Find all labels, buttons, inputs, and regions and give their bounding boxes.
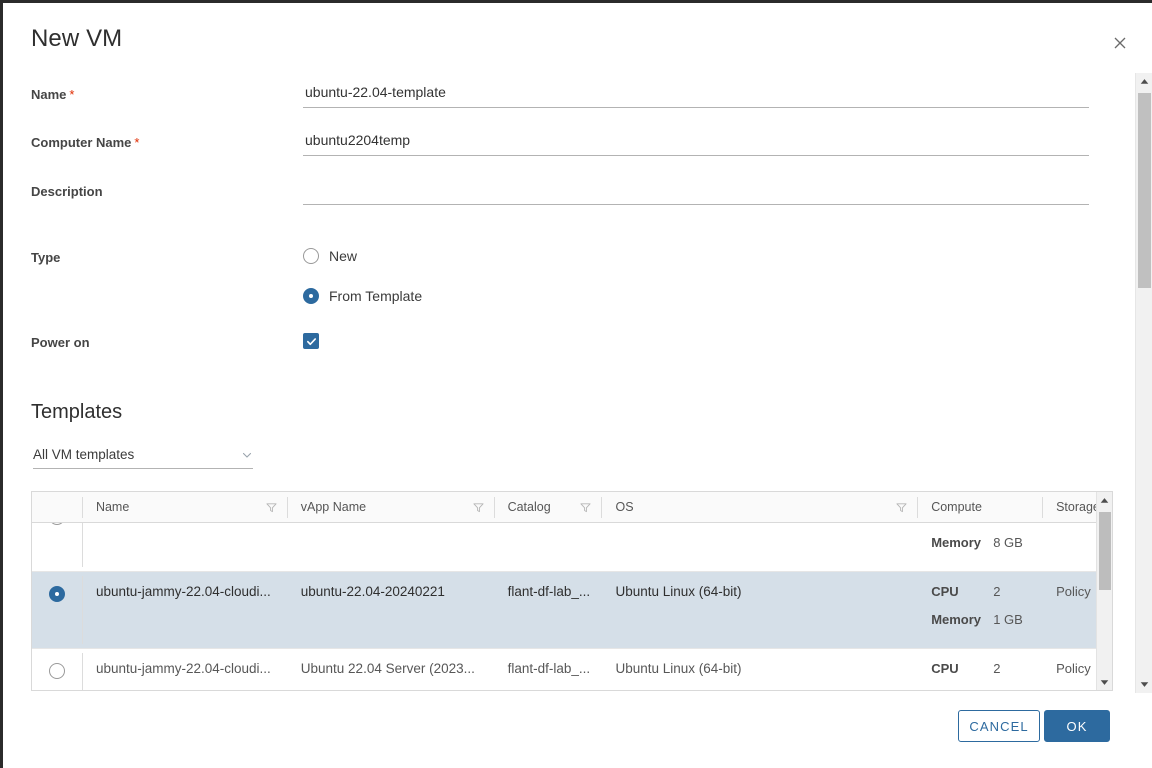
cell-catalog: flant-df-lab_... <box>507 661 591 676</box>
type-radio-new-label: New <box>329 248 358 264</box>
name-input[interactable] <box>303 83 1089 108</box>
compute-value-memory: 8 GB <box>993 535 1023 550</box>
power-on-checkbox[interactable] <box>303 333 319 349</box>
type-radio-from-template-label: From Template <box>329 288 423 304</box>
cell-compute: CPU 2 Memory 1 GB <box>917 572 1042 648</box>
scroll-down-arrow-icon[interactable] <box>1136 676 1152 693</box>
cell-name: ubuntu-jammy-22.04-cloudi... <box>81 649 287 690</box>
close-icon[interactable] <box>1106 29 1134 57</box>
compute-value-cpu: 2 <box>993 584 1001 599</box>
row-radio[interactable] <box>32 649 82 690</box>
compute-key-cpu: CPU <box>931 661 959 676</box>
chevron-down-icon <box>242 452 252 458</box>
table-body: ubuntu-with-passwd ubuntu-with-password … <box>32 523 1112 690</box>
required-marker: * <box>134 135 140 150</box>
column-header-vapp-name[interactable]: vApp Name <box>286 492 494 523</box>
cell-os: Ubuntu Linux (64-bit) <box>601 523 917 571</box>
table-header-row: Name vApp Name Catalog OS Compute Storag… <box>32 492 1112 523</box>
column-header-os[interactable]: OS <box>601 492 917 523</box>
dialog-footer: CANCEL OK <box>3 698 1152 768</box>
storage-policy-value: Policy <box>1056 584 1091 599</box>
template-filter-value: All VM templates <box>33 447 135 462</box>
table-row[interactable]: ubuntu-jammy-22.04-cloudi... Ubuntu 22.0… <box>32 649 1112 690</box>
radio-icon-from-template <box>303 288 319 304</box>
cell-vapp-name: ubuntu-with-password <box>287 523 494 571</box>
cell-catalog: flant-df-lab_... <box>507 584 591 599</box>
templates-table: Name vApp Name Catalog OS Compute Storag… <box>31 491 1113 691</box>
computer-name-label: Computer Name * <box>31 135 140 150</box>
computer-name-input[interactable] <box>303 131 1089 156</box>
column-header-compute[interactable]: Compute <box>917 492 1042 523</box>
cell-vapp-name: ubuntu-22.04-20240221 <box>300 584 445 599</box>
scroll-up-arrow-icon[interactable] <box>1097 492 1112 508</box>
type-label: Type <box>31 250 61 265</box>
ok-button[interactable]: OK <box>1044 710 1110 742</box>
type-radio-new[interactable]: New <box>303 248 357 264</box>
description-input[interactable] <box>303 180 1089 205</box>
cell-name: ubuntu-with-passwd <box>81 523 287 571</box>
radio-icon <box>48 663 65 679</box>
table-scrollbar[interactable] <box>1096 492 1112 690</box>
funnel-icon[interactable] <box>266 502 277 513</box>
templates-section-title: Templates <box>31 401 123 423</box>
cell-os: Ubuntu Linux (64-bit) <box>615 584 742 599</box>
compute-key-memory: Memory <box>931 612 982 627</box>
dialog-scrollbar-thumb[interactable] <box>1138 93 1151 288</box>
required-marker: * <box>69 87 75 102</box>
new-vm-dialog: New VM Name* Computer Name* Description … <box>0 0 1152 768</box>
power-on-label: Power on <box>31 335 90 350</box>
compute-key-cpu: CPU <box>931 584 959 599</box>
cell-os: Ubuntu Linux (64-bit) <box>615 661 742 676</box>
row-radio[interactable] <box>32 572 82 648</box>
template-filter-select[interactable]: All VM templates <box>33 447 253 469</box>
table-scrollbar-thumb[interactable] <box>1099 512 1111 590</box>
cell-compute: CPU 2 <box>917 649 1042 690</box>
funnel-icon[interactable] <box>896 502 907 513</box>
cancel-button[interactable]: CANCEL <box>958 710 1040 742</box>
compute-value-cpu: 2 <box>993 661 1001 676</box>
column-header-name[interactable]: Name <box>81 492 287 523</box>
name-label: Name * <box>31 87 75 102</box>
funnel-icon[interactable] <box>473 502 484 513</box>
column-header-catalog[interactable]: Catalog <box>493 492 602 523</box>
radio-icon <box>48 586 65 602</box>
scroll-down-arrow-icon[interactable] <box>1097 674 1112 690</box>
table-row[interactable]: ubuntu-jammy-22.04-cloudi... ubuntu-22.0… <box>32 572 1112 649</box>
compute-key-memory: Memory <box>931 535 982 550</box>
type-radio-from-template[interactable]: From Template <box>303 288 422 304</box>
scroll-up-arrow-icon[interactable] <box>1136 73 1152 90</box>
check-icon <box>306 337 316 345</box>
compute-value-memory: 1 GB <box>993 612 1023 627</box>
table-row[interactable]: ubuntu-with-passwd ubuntu-with-password … <box>32 523 1112 572</box>
row-radio[interactable] <box>32 523 82 571</box>
storage-policy-value: Policy <box>1056 661 1091 676</box>
dialog-scrollbar[interactable] <box>1135 73 1152 693</box>
funnel-icon[interactable] <box>580 502 592 513</box>
description-label: Description <box>31 184 103 199</box>
cell-compute: CPU 4 Memory 8 GB <box>917 523 1042 571</box>
cell-vapp-name: Ubuntu 22.04 Server (2023... <box>300 661 475 676</box>
page-title: New VM <box>31 25 123 52</box>
column-header-select <box>32 492 82 523</box>
radio-icon <box>48 523 65 525</box>
radio-icon-new <box>303 248 319 264</box>
cell-name: ubuntu-jammy-22.04-cloudi... <box>81 572 287 648</box>
cell-catalog: flant-df-lab_... <box>494 523 602 571</box>
